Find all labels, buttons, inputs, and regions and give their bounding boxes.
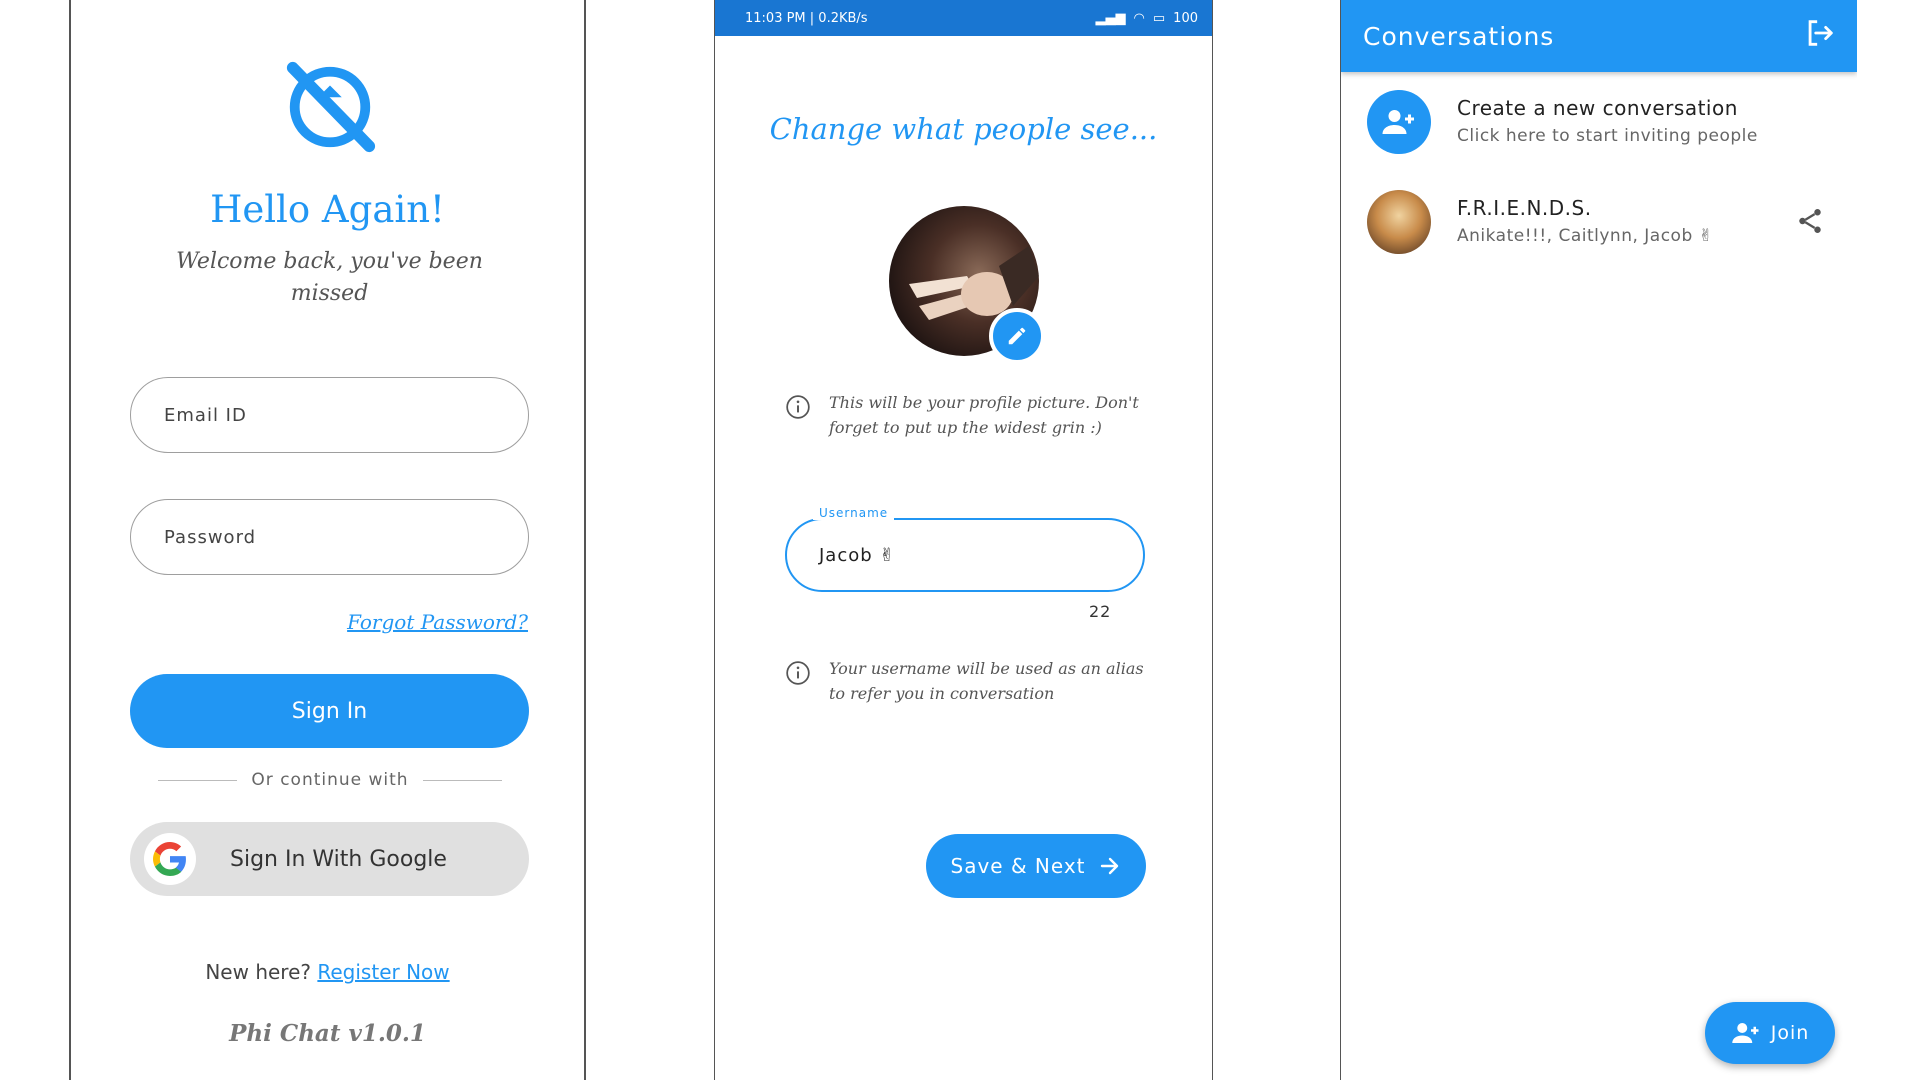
register-now-link[interactable]: Register Now [317, 960, 449, 984]
share-button[interactable] [1795, 206, 1825, 240]
add-user-icon [1731, 1023, 1759, 1043]
share-icon [1799, 209, 1821, 233]
signal-icon: ▂▄▆ [1095, 10, 1126, 26]
email-placeholder: Email ID [164, 404, 247, 426]
add-user-icon [1367, 90, 1431, 154]
username-char-counter: 22 [1089, 602, 1112, 621]
google-sign-in-label: Sign In With Google [230, 846, 447, 872]
create-conversation-title: Create a new conversation [1457, 96, 1738, 120]
battery-percent: 100 [1173, 10, 1198, 26]
status-icons: ▂▄▆ ◠ ▭ 100 [1096, 11, 1198, 26]
arrow-right-icon [1100, 857, 1118, 875]
profile-title: Change what people see... [769, 112, 1158, 146]
new-here-text: New here? [205, 960, 312, 984]
info-icon [786, 661, 810, 685]
status-bar: 11:03 PM | 0.2KB/s ▂▄▆ ◠ ▭ 100 [715, 0, 1212, 36]
join-button[interactable]: Join [1705, 1002, 1835, 1064]
app-version: Phi Chat v1.0.1 [229, 1020, 426, 1047]
conversation-members: Anikate!!!, Caitlynn, Jacob ✌ [1457, 226, 1714, 246]
status-time: 11:03 PM | 0.2KB/s [745, 10, 868, 26]
conversation-text: F.R.I.E.N.D.S. Anikate!!!, Caitlynn, Jac… [1457, 194, 1713, 250]
email-field[interactable]: Email ID [130, 377, 529, 453]
conversations-screen: Conversations Create a new conversation … [1340, 0, 1857, 1080]
login-screen: Hello Again! Welcome back, you've been m… [69, 0, 586, 1080]
username-input[interactable]: Jacob ✌ [785, 518, 1145, 592]
wifi-icon: ◠ [1133, 10, 1145, 26]
pencil-icon [1008, 327, 1026, 345]
app-bar: Conversations [1341, 0, 1857, 72]
group-avatar [1367, 190, 1431, 254]
login-subheading: Welcome back, you've been missed [176, 249, 483, 306]
username-label: Username [813, 506, 895, 520]
username-info-text: Your username will be used as an alias t… [829, 659, 1144, 703]
password-field[interactable]: Password [130, 499, 529, 575]
register-prompt: New here? Register Now [71, 960, 584, 984]
create-conversation-text: Create a new conversation Click here to … [1457, 94, 1758, 150]
divider-label: Or continue with [251, 770, 409, 790]
phi-chat-logo-icon [286, 61, 376, 153]
logout-button[interactable] [1803, 16, 1837, 56]
login-heading: Hello Again! [210, 188, 445, 231]
info-icon [786, 395, 810, 419]
profile-picture-info-text: This will be your profile picture. Don't… [829, 393, 1139, 437]
google-sign-in-button[interactable]: Sign In With Google [130, 822, 529, 896]
battery-icon: ▭ [1152, 10, 1166, 26]
create-conversation-item[interactable]: Create a new conversation Click here to … [1367, 90, 1837, 154]
divider-line-left [158, 779, 238, 781]
edit-picture-button[interactable] [989, 308, 1045, 364]
divider-line-right [422, 779, 503, 781]
sign-in-label: Sign In [291, 698, 368, 724]
logout-icon [1808, 20, 1833, 46]
password-placeholder: Password [164, 526, 257, 548]
google-icon [144, 833, 196, 885]
profile-picture-info: This will be your profile picture. Don't… [785, 390, 1155, 440]
create-conversation-subtitle: Click here to start inviting people [1457, 126, 1758, 146]
profile-setup-screen: 11:03 PM | 0.2KB/s ▂▄▆ ◠ ▭ 100 Change wh… [714, 0, 1213, 1080]
forgot-password-link[interactable]: Forgot Password? [347, 610, 528, 634]
conversations-title: Conversations [1363, 21, 1555, 51]
sign-in-button[interactable]: Sign In [130, 674, 529, 748]
username-info: Your username will be used as an alias t… [785, 656, 1155, 706]
conversation-item-friends[interactable]: F.R.I.E.N.D.S. Anikate!!!, Caitlynn, Jac… [1367, 190, 1837, 254]
save-next-label: Save & Next [950, 854, 1086, 878]
username-value: Jacob ✌ [819, 544, 896, 566]
continue-divider: Or continue with [158, 770, 503, 790]
screenshot-stage: Hello Again! Welcome back, you've been m… [0, 0, 1920, 1080]
save-next-button[interactable]: Save & Next [926, 834, 1146, 898]
conversation-name: F.R.I.E.N.D.S. [1457, 196, 1592, 220]
join-label: Join [1770, 1022, 1810, 1044]
